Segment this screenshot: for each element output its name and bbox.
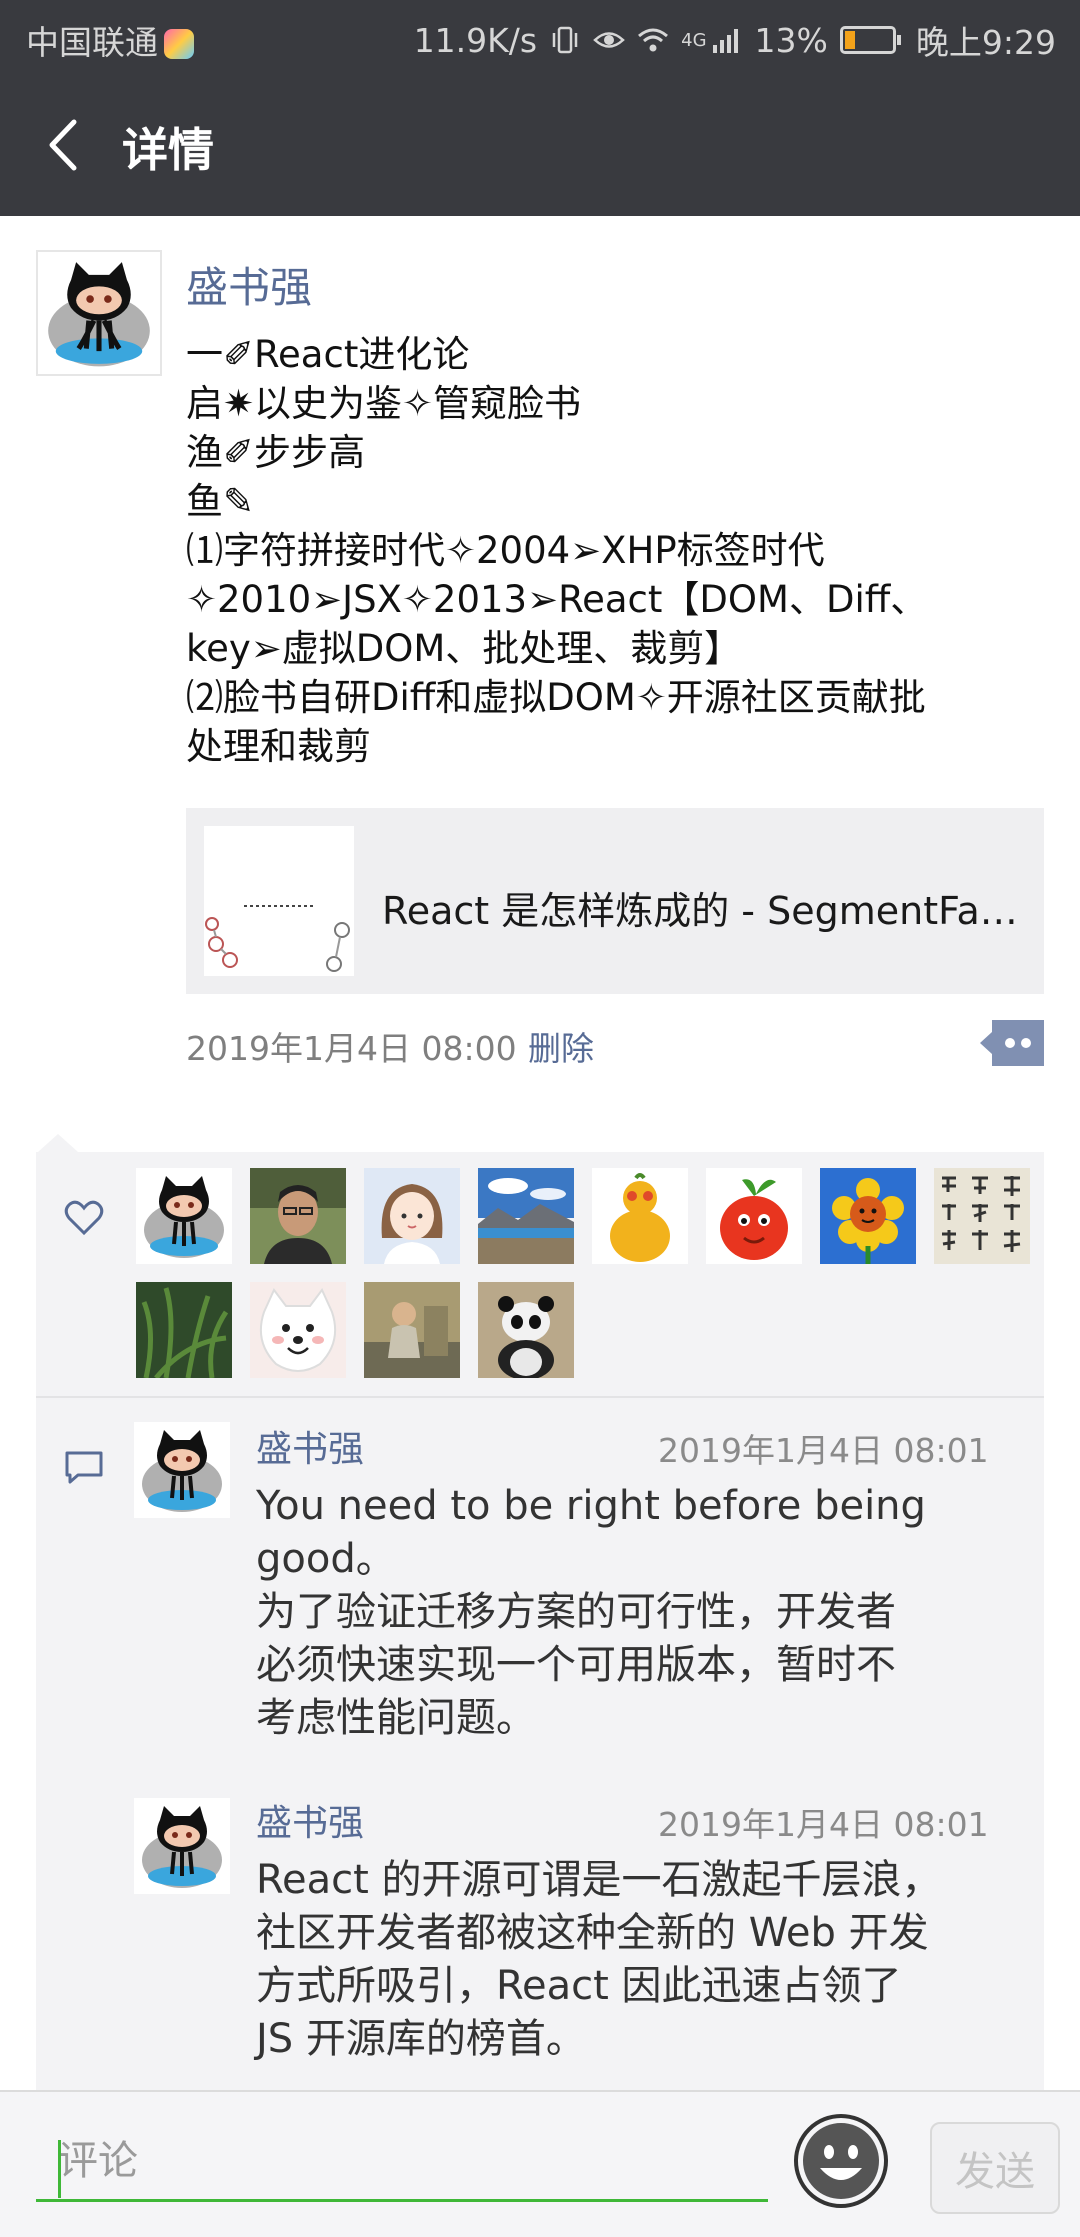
shared-link-card[interactable]: React 是怎样炼成的 - SegmentFault 思否 (186, 808, 1044, 994)
send-button[interactable]: 发送 (930, 2122, 1060, 2214)
liker-avatar[interactable] (364, 1282, 460, 1378)
battery-icon (839, 26, 901, 54)
liker-avatar[interactable] (136, 1282, 232, 1378)
landscape-avatar (478, 1168, 574, 1264)
social-pointer (38, 1134, 78, 1152)
liker-avatar[interactable] (706, 1168, 802, 1264)
post-time: 2019年1月4日 08:00 (186, 1029, 517, 1068)
link-thumbnail (204, 826, 354, 976)
battery-percent: 13% (754, 20, 828, 60)
comment-avatar[interactable] (134, 1798, 230, 1894)
molecule-thumbnail-icon (204, 826, 354, 976)
liker-avatar[interactable] (136, 1168, 232, 1264)
kungfu-panda-avatar (478, 1282, 574, 1378)
comment-icon (65, 1451, 103, 1484)
comment-line: React 的开源可谓是一石激起千层浪， (256, 1857, 942, 1903)
net-speed: 11.9K/s (413, 20, 538, 60)
liker-avatar[interactable] (820, 1168, 916, 1264)
smiley-icon[interactable] (792, 2112, 890, 2210)
eye-icon (593, 32, 625, 48)
author-avatar[interactable] (36, 250, 162, 376)
post-line: 鱼✎ (186, 480, 255, 523)
plants-avatar (136, 1282, 232, 1378)
network-type: 4G (681, 29, 707, 51)
liker-avatar[interactable] (592, 1168, 688, 1264)
comment-line: 方式所吸引，React 因此迅速占领了 (256, 1963, 902, 2009)
post-line: 渔✐步步高 (186, 431, 366, 474)
post-line: ✧2010➢JSX✧2013➢React【DOM、Diff、 (186, 578, 928, 621)
comment-text[interactable]: You need to be right before being good。 … (256, 1480, 1016, 1745)
gourd-avatar (592, 1168, 688, 1264)
app-notification-icon (164, 29, 194, 59)
man-photo-avatar (250, 1168, 346, 1264)
post-line: 处理和裁剪 (186, 725, 371, 768)
status-right: 11.9K/s 4G 13% 晚上9:29 (414, 16, 1056, 64)
octocat-avatar (136, 1168, 232, 1264)
liker-avatar[interactable] (478, 1282, 574, 1378)
liker-avatar[interactable] (934, 1168, 1030, 1264)
comment-author[interactable]: 盛书强 (256, 1794, 364, 1846)
likes-comments-panel: 盛书强 2019年1月4日 08:01 You need to be right… (36, 1152, 1044, 2090)
carrier-name: 中国联通 (26, 23, 158, 62)
clock: 晚上9:29 (915, 23, 1056, 62)
comment-time: 2019年1月4日 08:01 (658, 1805, 989, 1844)
comment-author[interactable]: 盛书强 (256, 1420, 364, 1472)
title-bar: 详情 (0, 74, 1080, 216)
calligraphy-avatar (934, 1168, 1030, 1264)
post-content: 一✐React进化论 启✷以史为鉴✧管窥脸书 渔✐步步高 鱼✎ ⑴字符拼接时代✧… (186, 330, 1046, 771)
comment-text[interactable]: React 的开源可谓是一石激起千层浪， 社区开发者都被这种全新的 Web 开发… (256, 1854, 1016, 2066)
comment-input-bar: 发送 (0, 2090, 1080, 2237)
octocat-icon (38, 252, 160, 374)
signal-icon (712, 29, 738, 53)
post-line: key➢虚拟DOM、批处理、裁剪】 (186, 627, 742, 670)
comment-line: 必须快速实现一个可用版本，暂时不 (256, 1642, 896, 1688)
liker-avatar[interactable] (250, 1168, 346, 1264)
liker-avatar[interactable] (478, 1168, 574, 1264)
post-line: 启✷以史为鉴✧管窥脸书 (186, 382, 582, 425)
post-author[interactable]: 盛书强 (186, 254, 312, 315)
comment-line: 考虑性能问题。 (256, 1695, 536, 1741)
heart-icon (64, 1200, 104, 1236)
chevron-left-icon[interactable] (30, 110, 100, 180)
child-photo-avatar (364, 1282, 460, 1378)
white-dog-avatar (250, 1282, 346, 1378)
link-title: React 是怎样炼成的 - SegmentFault 思否 (382, 889, 1022, 933)
likes-divider (36, 1396, 1044, 1398)
carrier: 中国联通 (26, 16, 194, 64)
comment-line: good。 (256, 1536, 396, 1582)
comment-line: JS 开源库的榜首。 (256, 2016, 586, 2062)
comment-input[interactable] (36, 2122, 768, 2202)
wifi-icon (638, 28, 669, 52)
octocat-avatar (134, 1798, 230, 1894)
page-title: 详情 (122, 123, 214, 177)
comment-time: 2019年1月4日 08:01 (658, 1431, 989, 1470)
more-options-icon[interactable] (980, 1020, 1044, 1066)
orange-cartoon-avatar (706, 1168, 802, 1264)
text-caret (58, 2140, 61, 2198)
sunflower-avatar (820, 1168, 916, 1264)
post-line: ⑵脸书自研Diff和虚拟DOM✧开源社区贡献批 (186, 676, 926, 719)
delete-button[interactable]: 删除 (528, 1022, 594, 1070)
post-line: 一✐React进化论 (186, 333, 470, 376)
comment-line: 为了验证迁移方案的可行性，开发者 (256, 1589, 896, 1635)
liker-avatar[interactable] (364, 1168, 460, 1264)
octocat-avatar (134, 1422, 230, 1518)
liker-avatar[interactable] (250, 1282, 346, 1378)
status-bar: 中国联通 11.9K/s 4G 13% 晚上9:29 (0, 0, 1080, 74)
comment-line: 社区开发者都被这种全新的 Web 开发 (256, 1910, 929, 1956)
comment-avatar[interactable] (134, 1422, 230, 1518)
cartoon-girl-avatar (364, 1168, 460, 1264)
vibrate-icon (552, 26, 578, 54)
comment-line: You need to be right before being (256, 1483, 926, 1529)
post-line: ⑴字符拼接时代✧2004➢XHP标签时代 (186, 529, 825, 572)
